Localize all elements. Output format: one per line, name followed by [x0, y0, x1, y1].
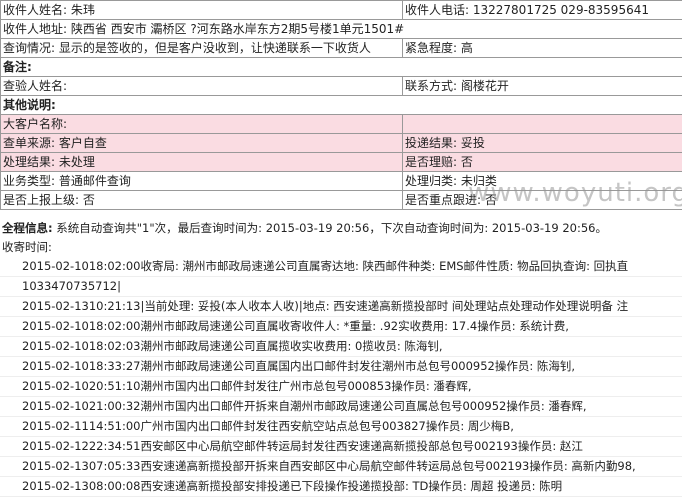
log-line: 2015-02-1018:33:27潮州市邮政局速递公司直属国内出口邮件封发往潮… — [0, 357, 682, 377]
compensate-value: 否 — [461, 155, 473, 169]
log-line: 2015-02-1308:00:08西安速递高新揽投部安排投递已下段操作投递揽投… — [0, 477, 682, 497]
recipient-address-cell: 收件人地址: 陕西省 西安市 灞桥区 ?河东路水岸东方2期5号楼1单元1501# — [1, 20, 682, 39]
remark-cell: 备注: — [1, 58, 682, 77]
log-line: 2015-02-1018:02:00收寄局: 潮州市邮政局速递公司直属寄达地: … — [0, 257, 682, 277]
escalate-cell: 是否上报上级: 否 — [1, 191, 403, 210]
log-line: 2015-02-1018:02:03潮州市邮政局速递公司直属揽收实收费用: 0揽… — [0, 337, 682, 357]
process-result-value: 未处理 — [59, 155, 95, 169]
watermark: www.woyuti.org — [468, 178, 682, 208]
delivery-result-label: 投递结果: — [405, 136, 457, 150]
recipient-name-cell: 收件人姓名: 朱玮 — [1, 1, 403, 20]
compensate-cell: 是否理赔: 否 — [403, 153, 682, 172]
checker-contact-label: 联系方式: — [405, 79, 457, 93]
inquiry-label: 查询情况: — [3, 41, 55, 55]
inquiry-cell: 查询情况: 显示的是签收的，但是客户没收到，让快递联系一下收货人 — [1, 39, 403, 58]
escalate-label: 是否上报上级: — [3, 193, 79, 207]
checker-contact-value: 阁楼花开 — [461, 79, 509, 93]
receive-time-label: 收寄时间: — [0, 238, 682, 257]
full-info-label: 全程信息: — [2, 221, 53, 235]
escalate-value: 否 — [83, 193, 95, 207]
checker-contact-cell: 联系方式: 阁楼花开 — [403, 77, 682, 96]
checker-name-cell: 查验人姓名: — [1, 77, 403, 96]
tracking-log: 全程信息: 系统自动查询共"1"次，最后查询时间为: 2015-03-19 20… — [0, 219, 682, 497]
delivery-result-value: 妥投 — [461, 136, 485, 150]
remark-label: 备注: — [3, 60, 32, 74]
checker-name-label: 查验人姓名: — [3, 79, 67, 93]
log-line: 2015-02-1021:00:32潮州市国内出口邮件开拆来自潮州市邮政局速递公… — [0, 397, 682, 417]
recipient-name-label: 收件人姓名: — [3, 3, 67, 17]
biz-type-cell: 业务类型: 普通邮件查询 — [1, 172, 403, 191]
process-result-cell: 处理结果: 未处理 — [1, 153, 403, 172]
recipient-address-label: 收件人地址: — [3, 22, 67, 36]
biz-type-value: 普通邮件查询 — [59, 174, 131, 188]
log-line: 2015-02-1114:51:00广州市国内出口邮件封发往西安航空站点总包号0… — [0, 417, 682, 437]
log-line: 2015-02-1310:21:13|当前处理: 妥投(本人收本人收)|地点: … — [0, 297, 682, 317]
delivery-result-cell: 投递结果: 妥投 — [403, 134, 682, 153]
recipient-name-value: 朱玮 — [71, 3, 95, 17]
log-line: 2015-02-1020:51:10潮州市国内出口邮件封发往广州市总包号0008… — [0, 377, 682, 397]
recipient-phone-label: 收件人电话: — [405, 3, 469, 17]
customer-label: 大客户名称: — [3, 117, 67, 131]
urgency-label: 紧急程度: — [405, 41, 457, 55]
recipient-phone-cell: 收件人电话: 13227801725 029-83595641 — [403, 1, 682, 20]
recipient-address-value: 陕西省 西安市 灞桥区 ?河东路水岸东方2期5号楼1单元1501# — [71, 22, 404, 36]
other-cell: 其他说明: — [1, 96, 682, 115]
category-label: 处理归类: — [405, 174, 457, 188]
urgency-cell: 紧急程度: 高 — [403, 39, 682, 58]
full-info-text: 系统自动查询共"1"次，最后查询时间为: 2015-03-19 20:56，下次… — [56, 221, 607, 235]
log-line: 2015-02-1307:05:33西安速递高新揽投部开拆来自西安邮区中心局航空… — [0, 457, 682, 477]
log-line: 1033470735712| — [0, 277, 682, 297]
customer-cell: 大客户名称: — [1, 115, 403, 134]
source-cell: 查单来源: 客户自查 — [1, 134, 403, 153]
urgency-value: 高 — [461, 41, 473, 55]
customer-empty-cell — [403, 115, 682, 134]
source-label: 查单来源: — [3, 136, 55, 150]
log-line: 2015-02-1222:34:51西安邮区中心局航空邮件转运局封发往西安速递高… — [0, 437, 682, 457]
inquiry-value: 显示的是签收的，但是客户没收到，让快递联系一下收货人 — [59, 41, 371, 55]
recipient-phone-value: 13227801725 029-83595641 — [473, 3, 649, 17]
process-result-label: 处理结果: — [3, 155, 55, 169]
other-label: 其他说明: — [3, 98, 56, 112]
biz-type-label: 业务类型: — [3, 174, 55, 188]
compensate-label: 是否理赔: — [405, 155, 457, 169]
log-line: 2015-02-1018:02:00潮州市邮政局速递公司直属收寄收件人: *重量… — [0, 317, 682, 337]
full-info-header: 全程信息: 系统自动查询共"1"次，最后查询时间为: 2015-03-19 20… — [0, 219, 682, 238]
source-value: 客户自查 — [59, 136, 107, 150]
